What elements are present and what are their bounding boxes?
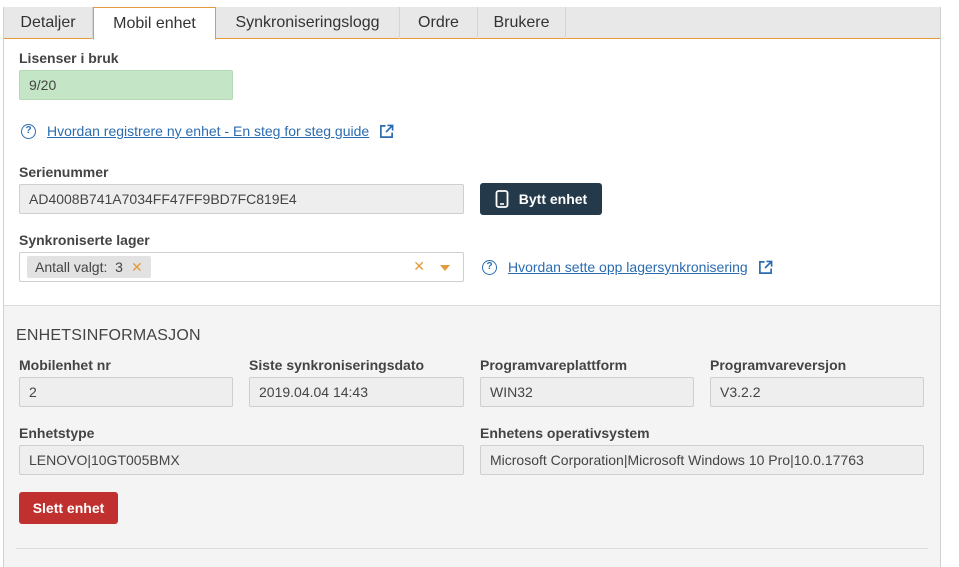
tab-bar: Detaljer Mobil enhet Synkroniseringslogg… [4, 7, 940, 40]
device-type-field: LENOVO|10GT005BMX [19, 445, 464, 475]
synced-stock-select[interactable]: Antall valgt: 3 ✕ ✕ [19, 252, 464, 282]
tab-mobile-device[interactable]: Mobil enhet [93, 7, 216, 40]
last-sync-label: Siste synkroniseringsdato [249, 357, 425, 373]
phone-icon [495, 190, 509, 208]
selected-count-text: Antall valgt: 3 [35, 259, 123, 275]
serial-field: AD4008B741A7034FF47FF9BD7FC819E4 [19, 184, 464, 214]
version-label: Programvareversjon [710, 357, 847, 373]
last-sync-field: 2019.04.04 14:43 [249, 377, 464, 407]
help-icon: ? [21, 123, 36, 139]
device-panel: Detaljer Mobil enhet Synkroniseringslogg… [3, 7, 941, 567]
os-label: Enhetens operativsystem [480, 425, 650, 441]
licenses-label: Lisenser i bruk [19, 50, 119, 66]
tab-sync-log[interactable]: Synkroniseringslogg [216, 7, 400, 39]
guide-link-row: ? Hvordan registrere ny enhet - En steg … [21, 123, 394, 139]
tab-users[interactable]: Brukere [478, 7, 566, 39]
stock-link-row: ? Hvordan sette opp lagersynkronisering [482, 259, 773, 275]
delete-device-button[interactable]: Slett enhet [19, 492, 118, 524]
swap-device-button[interactable]: Bytt enhet [480, 183, 602, 215]
section-divider [16, 548, 928, 549]
device-info-title: ENHETSINFORMASJON [16, 327, 201, 344]
remove-chip-icon[interactable]: ✕ [131, 256, 143, 278]
stock-sync-guide-link[interactable]: Hvordan sette opp lagersynkronisering [508, 259, 748, 275]
synced-stock-label: Synkroniserte lager [19, 232, 150, 248]
external-link-icon[interactable] [758, 260, 773, 275]
register-guide-link[interactable]: Hvordan registrere ny enhet - En steg fo… [47, 123, 369, 139]
external-link-icon[interactable] [379, 124, 394, 139]
device-type-label: Enhetstype [19, 425, 95, 441]
version-field: V3.2.2 [710, 377, 924, 407]
mobile-nr-label: Mobilenhet nr [19, 357, 111, 373]
licenses-value: 9/20 [19, 70, 233, 100]
help-icon: ? [482, 259, 497, 275]
selected-count-chip: Antall valgt: 3 ✕ [27, 256, 151, 278]
clear-selection-icon[interactable]: ✕ [413, 258, 425, 275]
swap-device-label: Bytt enhet [518, 191, 588, 207]
os-field: Microsoft Corporation|Microsoft Windows … [480, 445, 924, 475]
platform-field: WIN32 [480, 377, 694, 407]
mobile-nr-field: 2 [19, 377, 233, 407]
tab-details[interactable]: Detaljer [4, 7, 93, 39]
tab-orders[interactable]: Ordre [400, 7, 478, 39]
dropdown-caret-icon[interactable] [440, 265, 450, 271]
device-info-section: ENHETSINFORMASJON Mobilenhet nr 2 Siste … [4, 305, 940, 567]
platform-label: Programvareplattform [480, 357, 628, 373]
serial-label: Serienummer [19, 164, 109, 180]
